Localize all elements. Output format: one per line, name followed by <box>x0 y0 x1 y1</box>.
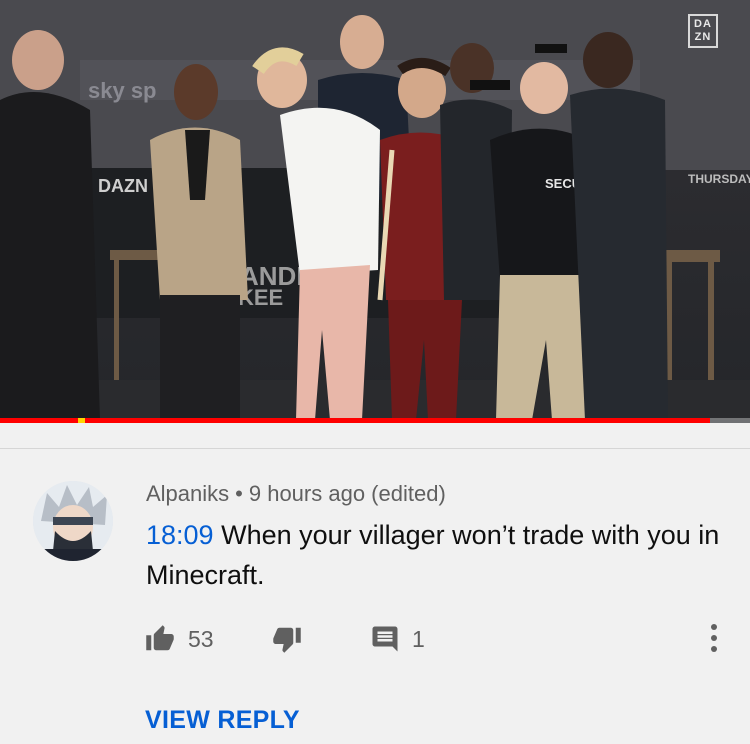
avatar[interactable] <box>33 481 113 561</box>
reply-count: 1 <box>412 625 425 652</box>
more-dot <box>711 624 717 630</box>
reply-button[interactable]: 1 <box>370 624 425 654</box>
dislike-button[interactable] <box>271 624 303 654</box>
backdrop-sky-text: sky sp <box>88 78 157 103</box>
comment-meta: Alpaniks • 9 hours ago (edited) <box>146 481 446 507</box>
more-dot <box>711 635 717 641</box>
more-dot <box>711 646 717 652</box>
video-frame: sky sp DAZN ANDR KEE THURSDAY <box>0 0 750 421</box>
comment-body: 18:09 When your villager won’t trade wit… <box>146 515 726 595</box>
view-reply-button[interactable]: VIEW REPLY <box>145 706 300 735</box>
video-player[interactable]: sky sp DAZN ANDR KEE THURSDAY DA ZN <box>0 0 750 423</box>
comment-text: When your villager won’t trade with you … <box>146 520 720 590</box>
comment-author[interactable]: Alpaniks <box>146 481 229 506</box>
like-button[interactable]: 53 <box>144 624 214 654</box>
dazn-watermark-logo: DA ZN <box>688 14 718 48</box>
meta-separator: • <box>235 481 243 506</box>
section-divider <box>0 448 750 449</box>
more-vert-icon[interactable] <box>700 620 728 656</box>
comment-actions: 53 1 <box>0 616 750 662</box>
progress-chapter-marker <box>78 418 85 423</box>
thumb-down-icon <box>273 627 301 653</box>
like-count: 53 <box>188 625 214 652</box>
timestamp-link[interactable]: 18:09 <box>146 520 214 550</box>
comment-time: 9 hours ago (edited) <box>248 481 446 506</box>
thumb-up-icon <box>146 625 174 651</box>
avatar-image <box>33 481 113 561</box>
progress-fill <box>0 418 711 423</box>
comment-icon <box>372 626 398 652</box>
backdrop-dazn-text: DAZN <box>98 176 148 196</box>
backdrop-date-text: THURSDAY <box>688 172 750 186</box>
progress-bar[interactable] <box>0 418 750 423</box>
